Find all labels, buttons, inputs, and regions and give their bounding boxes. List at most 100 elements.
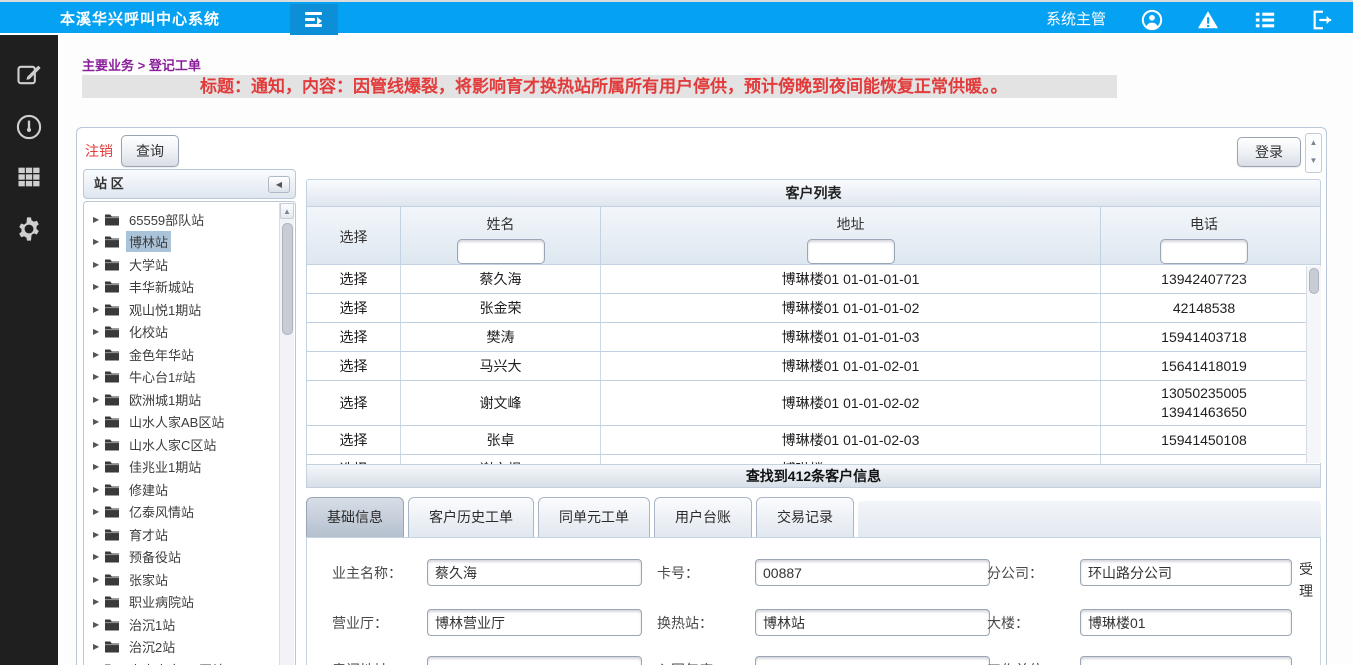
expander-icon[interactable]: ▶ bbox=[93, 237, 104, 246]
expander-icon[interactable]: ▶ bbox=[93, 620, 104, 629]
scroll-thumb[interactable] bbox=[1309, 268, 1319, 294]
tree-item[interactable]: ▶育才站 bbox=[84, 523, 280, 546]
scroll-up-icon[interactable]: ▲ bbox=[280, 203, 294, 219]
expander-icon[interactable]: ▶ bbox=[93, 485, 104, 494]
work-unit-input[interactable] bbox=[1080, 656, 1292, 665]
logout-link[interactable]: 注销 bbox=[85, 141, 113, 161]
dashboard-gauge-icon[interactable] bbox=[15, 113, 43, 141]
scroll-thumb[interactable] bbox=[282, 223, 293, 335]
expander-icon[interactable]: ▶ bbox=[93, 350, 104, 359]
business-hall-input[interactable] bbox=[427, 609, 642, 636]
tree-item[interactable]: ▶牛心台1#站 bbox=[84, 366, 280, 389]
grid-table-icon[interactable] bbox=[15, 163, 43, 191]
tree-item[interactable]: ▶张家站 bbox=[84, 568, 280, 591]
network-year-input[interactable] bbox=[755, 656, 990, 665]
tab-basic-info[interactable]: 基础信息 bbox=[306, 497, 404, 537]
alert-warning-icon[interactable] bbox=[1197, 9, 1219, 31]
expander-icon[interactable]: ▶ bbox=[93, 260, 104, 269]
folder-icon bbox=[104, 393, 120, 406]
tree-item[interactable]: ▶预备役站 bbox=[84, 546, 280, 569]
tab-customer-history[interactable]: 客户历史工单 bbox=[408, 497, 534, 537]
expander-icon[interactable]: ▶ bbox=[93, 462, 104, 471]
expander-icon[interactable]: ▶ bbox=[93, 395, 104, 404]
tree-item[interactable]: ▶治沉1站 bbox=[84, 613, 280, 636]
customer-table-header: 选择 姓名 地址 电话 bbox=[306, 207, 1321, 265]
expander-icon[interactable]: ▶ bbox=[93, 372, 104, 381]
select-link[interactable]: 选择 bbox=[307, 426, 401, 454]
table-row: 选择 马兴大 博琳楼01 01-01-02-01 15641418019 bbox=[307, 352, 1320, 381]
user-profile-icon[interactable] bbox=[1141, 9, 1163, 31]
building-input[interactable] bbox=[1080, 609, 1292, 636]
menu-toggle-button[interactable] bbox=[290, 4, 338, 35]
login-button[interactable]: 登录 bbox=[1237, 137, 1301, 167]
hamburger-icon bbox=[305, 12, 325, 27]
expander-icon[interactable]: ▶ bbox=[93, 440, 104, 449]
room-address-input[interactable] bbox=[427, 656, 642, 665]
tab-user-ledger[interactable]: 用户台账 bbox=[654, 497, 752, 537]
breadcrumb[interactable]: 主要业务 > 登记工单 bbox=[82, 55, 201, 74]
scroll-down-icon[interactable]: ▼ bbox=[1306, 152, 1321, 170]
compose-workorder-icon[interactable] bbox=[15, 61, 43, 89]
expander-icon[interactable]: ▶ bbox=[93, 597, 104, 606]
expander-icon[interactable]: ▶ bbox=[93, 305, 104, 314]
select-link[interactable]: 选择 bbox=[307, 455, 401, 464]
expander-icon[interactable]: ▶ bbox=[93, 575, 104, 584]
address-filter-input[interactable] bbox=[807, 239, 895, 264]
folder-icon bbox=[104, 438, 120, 451]
scroll-up-icon[interactable]: ▲ bbox=[1306, 134, 1321, 152]
tree-item[interactable]: ▶65559部队站 bbox=[84, 208, 280, 231]
tree-item[interactable]: ▶修建站 bbox=[84, 478, 280, 501]
expander-icon[interactable]: ▶ bbox=[93, 282, 104, 291]
tree-item[interactable]: ▶大学站 bbox=[84, 253, 280, 276]
tree-item[interactable]: ▶山水人家AB区站 bbox=[84, 411, 280, 434]
tree-item[interactable]: ▶职业病院站 bbox=[84, 591, 280, 614]
tree-scrollbar[interactable]: ▲ bbox=[279, 203, 294, 665]
expander-icon[interactable]: ▶ bbox=[93, 417, 104, 426]
tree-item[interactable]: ▶山水人家C区站 bbox=[84, 433, 280, 456]
expander-icon[interactable]: ▶ bbox=[93, 552, 104, 561]
expander-icon[interactable]: ▶ bbox=[93, 530, 104, 539]
folder-icon bbox=[104, 528, 120, 541]
select-link[interactable]: 选择 bbox=[307, 294, 401, 322]
card-number-input[interactable] bbox=[755, 559, 990, 586]
expander-icon[interactable]: ▶ bbox=[93, 507, 104, 516]
tab-same-unit-orders[interactable]: 同单元工单 bbox=[538, 497, 650, 537]
cell-phone bbox=[1101, 455, 1307, 464]
tree-item-selected[interactable]: ▶博林站 bbox=[84, 231, 280, 254]
select-link[interactable]: 选择 bbox=[307, 381, 401, 425]
collapse-panel-button[interactable]: ◀ bbox=[268, 176, 290, 193]
tree-item[interactable]: ▶丰华新城站 bbox=[84, 276, 280, 299]
table-scrollbar[interactable] bbox=[1306, 266, 1321, 463]
expander-icon[interactable]: ▶ bbox=[93, 642, 104, 651]
expander-icon[interactable]: ▶ bbox=[93, 327, 104, 336]
expander-icon[interactable]: ▶ bbox=[93, 215, 104, 224]
owner-name-input[interactable] bbox=[427, 559, 642, 586]
column-address: 地址 bbox=[601, 207, 1101, 264]
tree-item[interactable]: ▶亿泰风情站 bbox=[84, 501, 280, 524]
tree-item[interactable]: ▶化校站 bbox=[84, 321, 280, 344]
phone-filter-input[interactable] bbox=[1160, 239, 1248, 264]
branch-company-input[interactable] bbox=[1080, 559, 1292, 586]
tree-item[interactable]: ▶观山悦1期站 bbox=[84, 298, 280, 321]
settings-gear-icon[interactable] bbox=[15, 215, 43, 243]
menu-list-icon[interactable] bbox=[1254, 9, 1276, 31]
select-link[interactable]: 选择 bbox=[307, 265, 401, 293]
heat-station-input[interactable] bbox=[755, 609, 990, 636]
tab-transactions[interactable]: 交易记录 bbox=[756, 497, 854, 537]
panel-scrollbar[interactable]: ▲ ▼ bbox=[1305, 133, 1322, 173]
tree-item[interactable]: ▶佳兆业1期站 bbox=[84, 456, 280, 479]
logout-icon[interactable] bbox=[1311, 9, 1333, 31]
tree-item[interactable]: ▶山水人家DE区站 bbox=[84, 658, 280, 665]
tree-item[interactable]: ▶欧洲城1期站 bbox=[84, 388, 280, 411]
select-link[interactable]: 选择 bbox=[307, 352, 401, 380]
folder-icon bbox=[104, 213, 120, 226]
cell-address: 博琳楼01 01-01-03-01 bbox=[601, 455, 1101, 464]
user-role-label: 系统主管 bbox=[1046, 4, 1106, 35]
select-link[interactable]: 选择 bbox=[307, 323, 401, 351]
name-filter-input[interactable] bbox=[457, 239, 545, 264]
tree-item[interactable]: ▶金色年华站 bbox=[84, 343, 280, 366]
tree-item[interactable]: ▶治沉2站 bbox=[84, 636, 280, 659]
notice-marquee: 标题：通知，内容：因管线爆裂，将影响育才换热站所属所有用户停供，预计傍晚到夜间能… bbox=[82, 75, 1117, 98]
query-button[interactable]: 查询 bbox=[121, 135, 179, 167]
folder-icon bbox=[104, 415, 120, 428]
